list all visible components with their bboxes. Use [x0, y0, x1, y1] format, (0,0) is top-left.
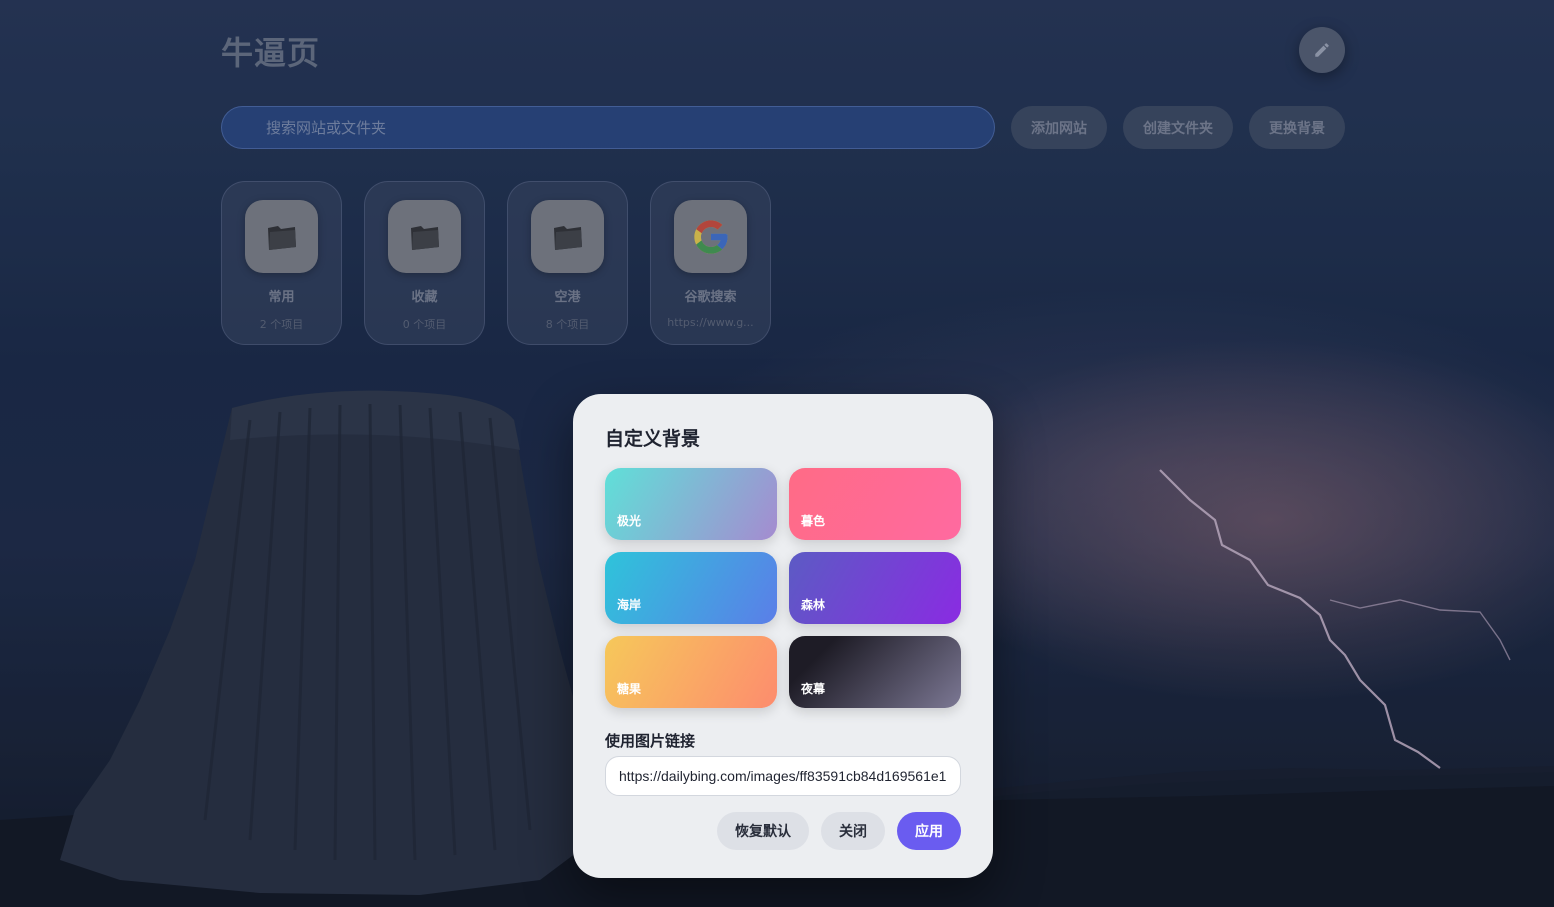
reset-default-button[interactable]: 恢复默认 [717, 812, 809, 850]
preset-label: 森林 [801, 598, 826, 612]
change-background-button[interactable]: 更换背景 [1249, 106, 1345, 149]
preset-forest[interactable]: 森林 [789, 552, 961, 624]
custom-background-dialog: 自定义背景 极光 暮色 海岸 森林 糖果 夜幕 使用图片链接 恢复默认 关闭 应… [573, 394, 993, 878]
tile-site-google[interactable]: 谷歌搜索 https://www.g... [650, 181, 771, 345]
dialog-title: 自定义背景 [605, 428, 701, 450]
image-url-input[interactable] [605, 756, 961, 796]
tile-subtitle: https://www.g... [667, 316, 754, 329]
tile-name: 空港 [554, 290, 581, 305]
folder-icon [388, 200, 461, 273]
tile-subtitle: 8 个项目 [545, 318, 590, 331]
search-input[interactable] [266, 118, 994, 137]
tile-folder-common[interactable]: 常用 2 个项目 [221, 181, 342, 345]
preset-aurora[interactable]: 极光 [605, 468, 777, 540]
tile-subtitle: 0 个项目 [402, 318, 447, 331]
preset-coast[interactable]: 海岸 [605, 552, 777, 624]
preset-label: 暮色 [801, 514, 826, 528]
preset-night[interactable]: 夜幕 [789, 636, 961, 708]
close-button[interactable]: 关闭 [821, 812, 885, 850]
apply-button[interactable]: 应用 [897, 812, 961, 850]
tile-folder-favorites[interactable]: 收藏 0 个项目 [364, 181, 485, 345]
image-url-label: 使用图片链接 [605, 732, 696, 750]
preset-label: 夜幕 [801, 682, 826, 696]
edit-button[interactable] [1299, 27, 1345, 73]
preset-label: 糖果 [617, 682, 642, 696]
tile-name: 谷歌搜索 [684, 290, 737, 305]
app-title: 牛逼页 [221, 34, 321, 72]
google-icon [674, 200, 747, 273]
search-bar[interactable] [221, 106, 995, 149]
tile-folder-airport[interactable]: 空港 8 个项目 [507, 181, 628, 345]
tile-subtitle: 2 个项目 [259, 318, 304, 331]
create-folder-button[interactable]: 创建文件夹 [1123, 106, 1233, 149]
folder-icon [531, 200, 604, 273]
preset-candy[interactable]: 糖果 [605, 636, 777, 708]
pencil-icon [1315, 43, 1329, 57]
tile-name: 收藏 [411, 290, 438, 305]
add-site-button[interactable]: 添加网站 [1011, 106, 1107, 149]
preset-dusk[interactable]: 暮色 [789, 468, 961, 540]
preset-label: 海岸 [617, 598, 642, 612]
preset-label: 极光 [617, 514, 642, 528]
tile-name: 常用 [268, 290, 295, 305]
folder-icon [245, 200, 318, 273]
